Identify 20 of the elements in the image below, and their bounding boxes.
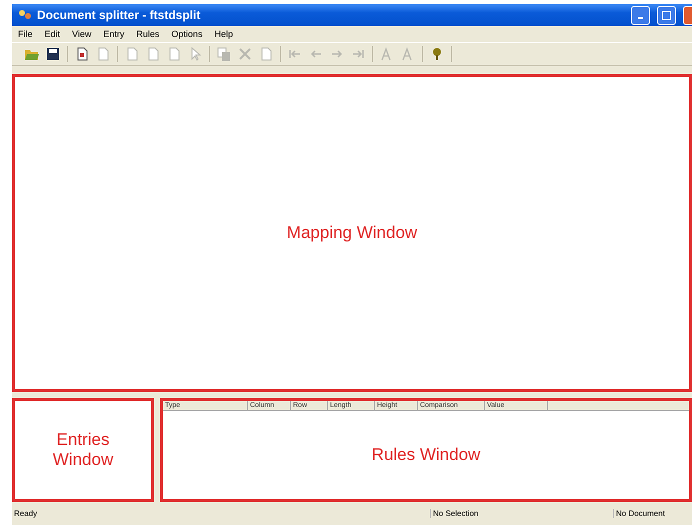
maximize-button[interactable] [657,6,676,24]
entries-window-label: Entries Window [52,430,114,470]
menu-item[interactable]: Rules [136,29,160,39]
close-button[interactable] [683,6,692,24]
rules-window-label: Rules Window [372,445,480,465]
save-icon[interactable] [45,46,61,62]
menu-item[interactable]: Edit [44,29,60,39]
status-text: No Selection [430,509,613,518]
menu-item[interactable]: Help [214,29,233,39]
menu-item[interactable]: Entry [103,29,124,39]
minimize-button[interactable] [631,6,650,24]
app-icon [18,9,32,21]
status-text: Ready [13,509,38,518]
menu-item[interactable]: Options [171,29,202,39]
menu-item[interactable]: View [72,29,92,39]
mapping-window-label: Mapping Window [286,223,418,243]
maximize-icon [662,10,671,20]
menu-item[interactable]: File [18,29,33,39]
window-title: Document splitter - ftstdsplit [37,8,202,22]
status-text: No Document [613,509,692,518]
